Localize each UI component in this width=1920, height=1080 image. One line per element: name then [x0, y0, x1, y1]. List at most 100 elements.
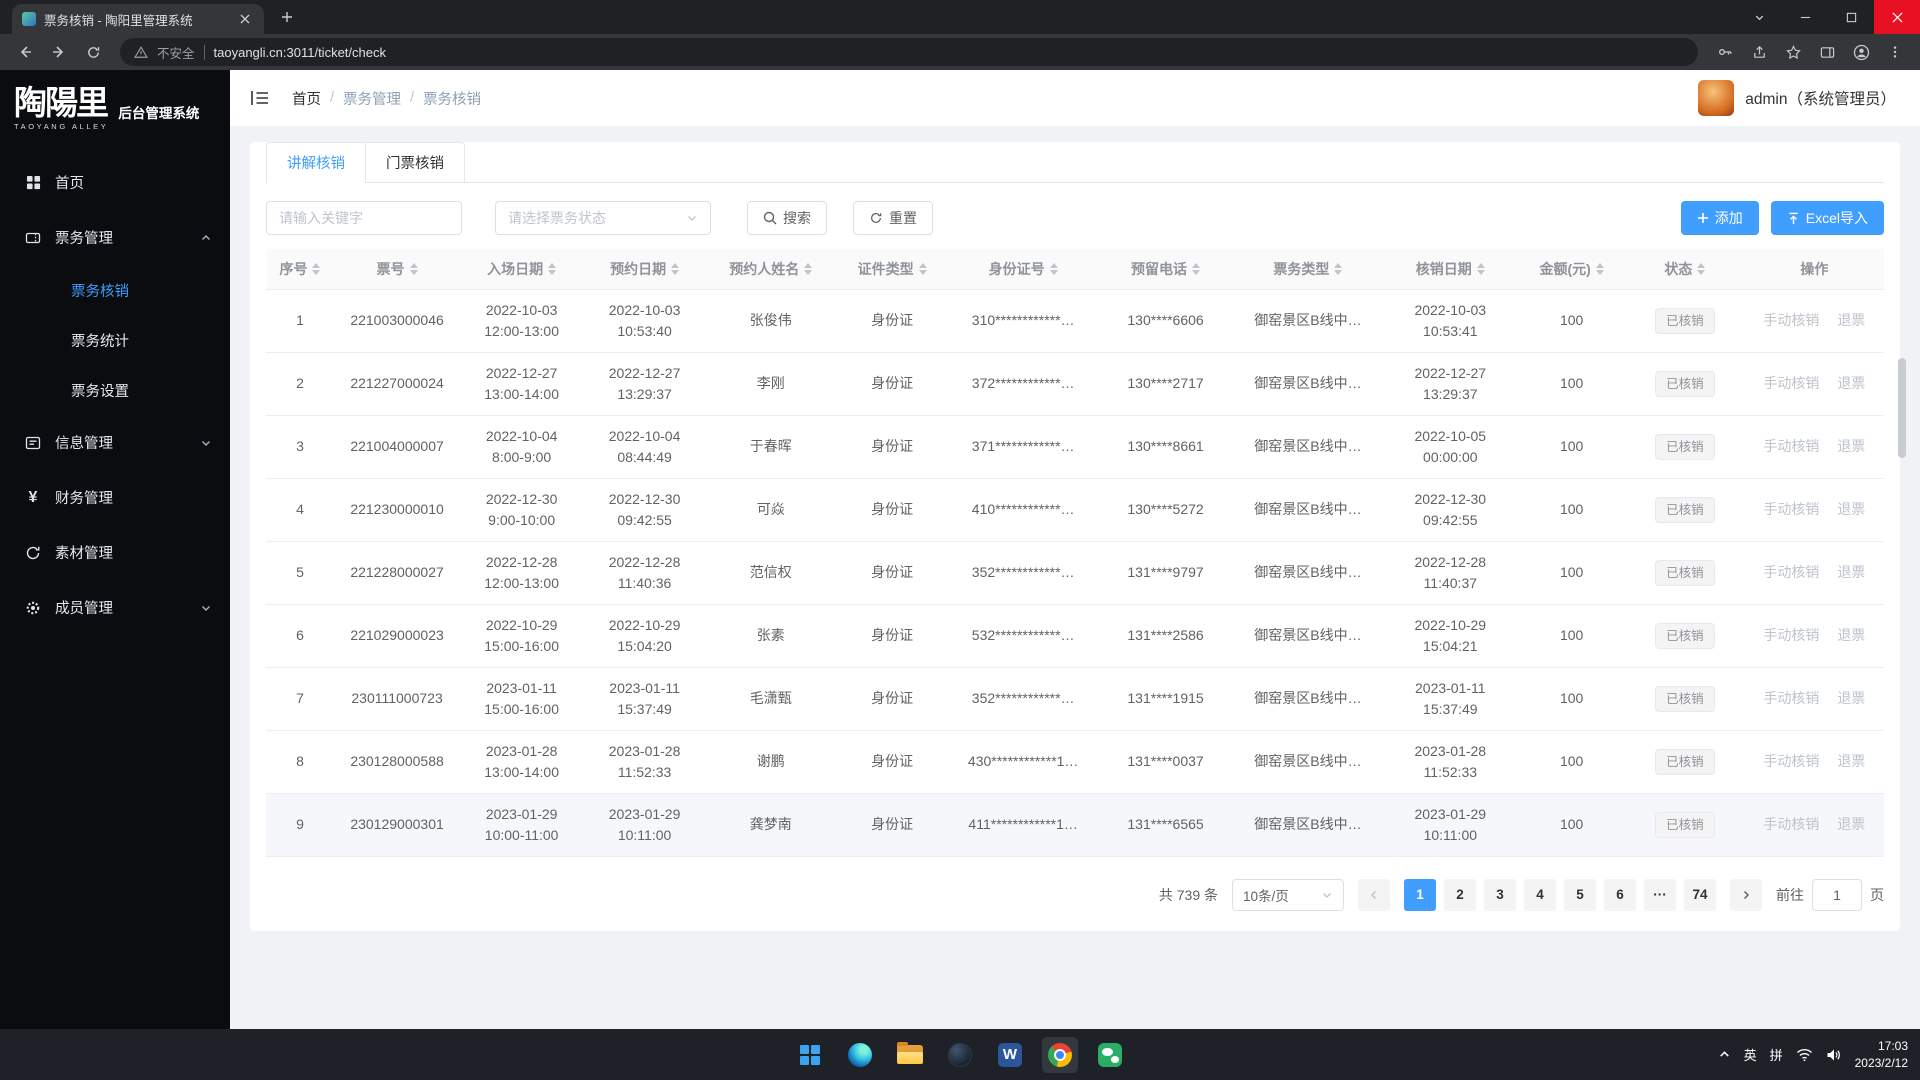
excel-import-button[interactable]: Excel导入 [1771, 201, 1884, 235]
tab-ticket-check[interactable]: 门票核销 [366, 142, 465, 182]
column-header[interactable]: 状态 [1625, 249, 1745, 289]
page-button[interactable]: ··· [1644, 879, 1676, 911]
table-row[interactable]: 1 221003000046 2022-10-03 12:00-13:00 20… [266, 289, 1884, 352]
column-header[interactable]: 预约日期 [583, 249, 706, 289]
search-button[interactable]: 搜索 [747, 201, 827, 235]
password-key-icon[interactable] [1710, 37, 1740, 67]
share-icon[interactable] [1744, 37, 1774, 67]
file-explorer-icon[interactable] [892, 1037, 928, 1073]
column-header[interactable]: 操作 [1745, 249, 1884, 289]
page-button[interactable]: 2 [1444, 879, 1476, 911]
sort-icon[interactable] [1334, 263, 1342, 275]
sort-icon[interactable] [671, 263, 679, 275]
column-header[interactable]: 核销日期 [1382, 249, 1518, 289]
table-row[interactable]: 7 230111000723 2023-01-11 15:00-16:00 20… [266, 667, 1884, 730]
maximize-button[interactable] [1828, 0, 1874, 34]
user-menu[interactable]: admin（系统管理员） [1698, 80, 1896, 116]
table-row[interactable]: 5 221228000027 2022-12-28 12:00-13:00 20… [266, 541, 1884, 604]
volume-icon[interactable] [1826, 1048, 1842, 1062]
table-row[interactable]: 6 221029000023 2022-10-29 15:00-16:00 20… [266, 604, 1884, 667]
manual-verify-link[interactable]: 手动核销 [1763, 312, 1819, 328]
scrollbar-thumb[interactable] [1898, 358, 1906, 458]
sidebar-item-material-mgmt[interactable]: 素材管理 [0, 525, 230, 580]
close-button[interactable] [1874, 0, 1920, 34]
sort-icon[interactable] [312, 263, 320, 275]
refund-link[interactable]: 退票 [1837, 438, 1865, 454]
add-button[interactable]: 添加 [1681, 201, 1759, 235]
column-header[interactable]: 预留电话 [1098, 249, 1234, 289]
refund-link[interactable]: 退票 [1837, 690, 1865, 706]
wechat-icon[interactable] [1092, 1037, 1128, 1073]
page-button[interactable]: 3 [1484, 879, 1516, 911]
column-header[interactable]: 身份证号 [949, 249, 1098, 289]
table-row[interactable]: 4 221230000010 2022-12-30 9:00-10:00 202… [266, 478, 1884, 541]
manual-verify-link[interactable]: 手动核销 [1763, 627, 1819, 643]
minimize-button[interactable] [1782, 0, 1828, 34]
profile-icon[interactable] [1846, 37, 1876, 67]
page-button[interactable]: 1 [1404, 879, 1436, 911]
sort-icon[interactable] [1192, 263, 1200, 275]
table-row[interactable]: 9 230129000301 2023-01-29 10:00-11:00 20… [266, 793, 1884, 856]
sidebar-item-ticket-stats[interactable]: 票务统计 [0, 315, 230, 365]
refund-link[interactable]: 退票 [1837, 564, 1865, 580]
manual-verify-link[interactable]: 手动核销 [1763, 564, 1819, 580]
tab-explain-check[interactable]: 讲解核销 [266, 142, 366, 182]
column-header[interactable]: 预约人姓名 [706, 249, 835, 289]
new-tab-button[interactable] [274, 4, 300, 30]
page-button[interactable]: 4 [1524, 879, 1556, 911]
sort-icon[interactable] [1697, 263, 1705, 275]
refund-link[interactable]: 退票 [1837, 312, 1865, 328]
refund-link[interactable]: 退票 [1837, 816, 1865, 832]
page-size-select[interactable]: 10条/页 [1232, 879, 1344, 911]
sidebar-item-ticket-mgmt[interactable]: 票务管理 [0, 210, 230, 265]
refund-link[interactable]: 退票 [1837, 501, 1865, 517]
sort-icon[interactable] [804, 263, 812, 275]
sort-icon[interactable] [1477, 263, 1485, 275]
back-button[interactable] [10, 37, 40, 67]
column-header[interactable]: 证件类型 [836, 249, 949, 289]
table-row[interactable]: 2 221227000024 2022-12-27 13:00-14:00 20… [266, 352, 1884, 415]
column-header[interactable]: 金额(元) [1518, 249, 1625, 289]
ime-language-indicator[interactable]: 英 [1744, 1045, 1757, 1064]
edge-icon[interactable] [842, 1037, 878, 1073]
page-button[interactable]: 74 [1684, 879, 1716, 911]
word-icon[interactable]: W [992, 1037, 1028, 1073]
breadcrumb-section[interactable]: 票务管理 [343, 88, 401, 109]
column-header[interactable]: 票号 [334, 249, 460, 289]
table-row[interactable]: 3 221004000007 2022-10-04 8:00-9:00 2022… [266, 415, 1884, 478]
breadcrumb-home[interactable]: 首页 [292, 88, 321, 109]
manual-verify-link[interactable]: 手动核销 [1763, 375, 1819, 391]
ticket-status-select[interactable]: 请选择票务状态 [495, 201, 711, 235]
sidebar-item-ticket-check[interactable]: 票务核销 [0, 265, 230, 315]
page-button[interactable]: 6 [1604, 879, 1636, 911]
manual-verify-link[interactable]: 手动核销 [1763, 690, 1819, 706]
table-row[interactable]: 8 230128000588 2023-01-28 13:00-14:00 20… [266, 730, 1884, 793]
chrome-icon[interactable] [1042, 1037, 1078, 1073]
page-button[interactable]: 5 [1564, 879, 1596, 911]
globe-app-icon[interactable] [942, 1037, 978, 1073]
sidebar-item-home[interactable]: 首页 [0, 155, 230, 210]
keyword-input[interactable] [266, 201, 462, 235]
sort-icon[interactable] [410, 263, 418, 275]
manual-verify-link[interactable]: 手动核销 [1763, 501, 1819, 517]
manual-verify-link[interactable]: 手动核销 [1763, 816, 1819, 832]
sidebar-item-member-mgmt[interactable]: 成员管理 [0, 580, 230, 635]
manual-verify-link[interactable]: 手动核销 [1763, 753, 1819, 769]
url-text[interactable]: taoyangli.cn:3011/ticket/check [214, 45, 386, 60]
tab-close-icon[interactable] [236, 10, 254, 28]
column-header[interactable]: 票务类型 [1234, 249, 1383, 289]
side-panel-icon[interactable] [1812, 37, 1842, 67]
column-header[interactable]: 入场日期 [460, 249, 583, 289]
refund-link[interactable]: 退票 [1837, 375, 1865, 391]
sidebar-item-info-mgmt[interactable]: 信息管理 [0, 415, 230, 470]
sidebar-item-finance-mgmt[interactable]: ¥ 财务管理 [0, 470, 230, 525]
sort-icon[interactable] [1596, 263, 1604, 275]
tray-chevron-up-icon[interactable] [1718, 1048, 1731, 1061]
ime-pinyin-indicator[interactable]: 拼 [1770, 1045, 1783, 1064]
sidebar-fold-icon[interactable] [250, 89, 270, 107]
next-page-button[interactable] [1730, 879, 1762, 911]
sort-icon[interactable] [1050, 263, 1058, 275]
goto-page-input[interactable] [1812, 879, 1862, 911]
column-header[interactable]: 序号 [266, 249, 334, 289]
sort-icon[interactable] [548, 263, 556, 275]
